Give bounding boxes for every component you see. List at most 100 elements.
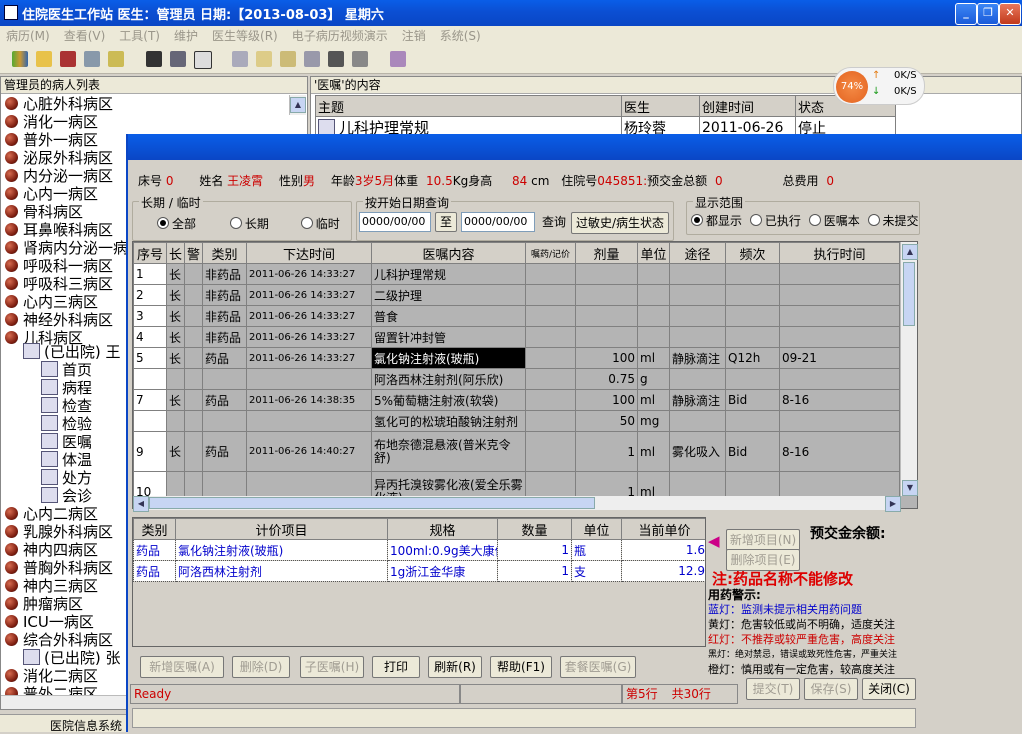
allergy-button[interactable]: 过敏史/病生状态 (571, 212, 669, 234)
table-icon[interactable] (146, 51, 162, 67)
orders-vscroll[interactable]: ▲ ▼ (900, 242, 918, 496)
ward-item[interactable]: 肾病内分泌一病区 (5, 239, 143, 257)
order-col-header[interactable]: 类别 (202, 242, 247, 264)
order-row[interactable]: 1 长非药品 2011-06-26 14:33:27 儿科护理常规 (133, 263, 917, 285)
ward-item[interactable]: 消化一病区 (5, 113, 98, 131)
radio-temp[interactable]: 临时 (300, 217, 340, 231)
order-col-header[interactable]: 剂量 (575, 242, 638, 264)
record-node[interactable]: 会诊 (41, 487, 92, 505)
exit-icon[interactable] (390, 51, 406, 67)
fee-col-header[interactable]: 数量 (497, 518, 572, 540)
radio-all[interactable]: 全部 (157, 217, 196, 231)
scroll-up-arrow[interactable]: ▲ (902, 244, 918, 260)
scroll-right-arrow[interactable]: ▶ (885, 496, 901, 512)
fee-col-header[interactable]: 规格 (387, 518, 498, 540)
menu-item-record[interactable]: 病历(M) (6, 26, 50, 46)
ward-item[interactable]: 神经外科病区 (5, 311, 113, 329)
radio-show-all[interactable]: 都显示 (691, 214, 742, 228)
col-doctor[interactable]: 医生 (621, 95, 700, 117)
ward-item[interactable]: 普胸外科病区 (5, 559, 113, 577)
ward-item[interactable]: 心脏外科病区 (5, 95, 113, 113)
col-created[interactable]: 创建时间 (699, 95, 796, 117)
new-order-button[interactable]: 新增医嘱(A) (140, 656, 224, 678)
record-node[interactable]: 处方 (41, 469, 92, 487)
printer-icon[interactable] (352, 51, 368, 67)
document-icon[interactable] (84, 51, 100, 67)
restore-button[interactable]: ❐ (977, 3, 999, 25)
order-col-header[interactable]: 执行时间 (779, 242, 900, 264)
radio-executed[interactable]: 已执行 (749, 214, 801, 228)
paste-icon[interactable] (280, 51, 296, 67)
ward-item[interactable]: 神内四病区 (5, 541, 98, 559)
ward-item[interactable]: 消化二病区 (5, 667, 98, 685)
order-row[interactable]: 氢化可的松琥珀酸钠注射剂 50 mg (133, 410, 917, 432)
fee-col-header[interactable]: 计价项目 (175, 518, 388, 540)
fee-col-header[interactable]: 当前单价 (621, 518, 705, 540)
ward-item[interactable]: 泌尿外科病区 (5, 149, 113, 167)
order-col-header[interactable]: 长 (166, 242, 185, 264)
ward-item[interactable]: 乳腺外科病区 (5, 523, 113, 541)
form-icon[interactable] (170, 51, 186, 67)
ward-item[interactable]: 心内三病区 (5, 293, 98, 311)
save-button[interactable]: 保存(S) (804, 678, 858, 700)
print-button[interactable]: 打印 (372, 656, 420, 678)
fee-col-header[interactable]: 类别 (133, 518, 176, 540)
submit-button[interactable]: 提交(T) (746, 678, 800, 700)
list-icon[interactable] (328, 51, 344, 67)
fee-col-header[interactable]: 单位 (571, 518, 622, 540)
close-window-button[interactable]: ✕ (999, 3, 1021, 25)
radio-long[interactable]: 长期 (229, 217, 269, 231)
order-col-header[interactable]: 序号 (133, 242, 167, 264)
record-node[interactable]: 检查 (41, 397, 92, 415)
record-node[interactable]: 病程 (41, 379, 92, 397)
add-item-button[interactable]: 新增项目(N) (726, 529, 800, 551)
menu-item-system[interactable]: 系统(S) (440, 26, 481, 46)
order-col-header[interactable]: 频次 (725, 242, 780, 264)
order-col-header[interactable]: 途径 (669, 242, 726, 264)
order-col-header[interactable]: 单位 (637, 242, 670, 264)
scroll-down-arrow[interactable]: ▼ (902, 480, 918, 496)
delete-button[interactable]: 删除(D) (232, 656, 290, 678)
col-subject[interactable]: 主题 (315, 95, 622, 117)
ward-item[interactable]: 肿瘤病区 (5, 595, 83, 613)
ward-item[interactable]: ICU一病区 (5, 613, 94, 631)
menu-item-tools[interactable]: 工具(T) (119, 26, 160, 46)
ward-item[interactable]: 心内一病区 (5, 185, 98, 203)
order-row[interactable]: 4 长非药品 2011-06-26 14:33:27 留置针冲封管 (133, 326, 917, 348)
menu-item-maintain[interactable]: 维护 (174, 26, 198, 46)
ward-item[interactable]: 神内三病区 (5, 577, 98, 595)
hscroll-thumb[interactable] (149, 497, 595, 509)
end-date-input[interactable]: 0000/00/00 (461, 212, 535, 232)
fee-row[interactable]: 药品 阿洛西林注射剂 1g浙江金华康 1 支 12.9 (133, 560, 705, 582)
start-date-input[interactable]: 0000/00/00 (359, 212, 431, 232)
order-col-header[interactable]: 嘱药/记价 (525, 242, 576, 264)
menu-item-view[interactable]: 查看(V) (64, 26, 106, 46)
child-order-button[interactable]: 子医嘱(H) (300, 656, 364, 678)
link-icon[interactable] (304, 51, 320, 67)
order-col-header[interactable]: 警 (184, 242, 203, 264)
ward-item[interactable]: 呼吸科三病区 (5, 275, 113, 293)
radio-order-book[interactable]: 医嘱本 (808, 214, 860, 228)
arrow-tool-icon[interactable] (232, 51, 248, 67)
orders-hscroll[interactable]: ◀ ▶ (133, 496, 901, 512)
radio-unsubmitted[interactable]: 未提交 (867, 214, 919, 228)
key-icon[interactable] (108, 51, 124, 67)
order-row[interactable]: 7 长药品 2011-06-26 14:38:35 5%葡萄糖注射液(软袋) 100 ml… (133, 389, 917, 411)
query-button[interactable]: 查询 (539, 212, 569, 234)
package-order-button[interactable]: 套餐医嘱(G) (560, 656, 636, 678)
menu-item-doctor-level[interactable]: 医生等级(R) (212, 26, 278, 46)
close-box-icon[interactable] (194, 51, 212, 69)
record-node[interactable]: 检验 (41, 415, 92, 433)
ward-item[interactable]: 呼吸科一病区 (5, 257, 113, 275)
close-button[interactable]: 关闭(C) (862, 678, 916, 700)
scroll-left-arrow[interactable]: ◀ (133, 496, 149, 512)
fee-row[interactable]: 药品 氯化钠注射液(玻瓶) 100ml:0.9g美大康佳 1 瓶 1.6 (133, 539, 705, 561)
grid-icon[interactable] (60, 51, 76, 67)
scroll-thumb[interactable] (903, 262, 915, 326)
discharged-patient[interactable]: (已出院) 王 (23, 343, 120, 361)
order-row[interactable]: 阿洛西林注射剂(阿乐欣) 0.75 g (133, 368, 917, 390)
copy-icon[interactable] (256, 51, 272, 67)
open-folder-icon[interactable] (36, 51, 52, 67)
record-node[interactable]: 医嘱 (41, 433, 92, 451)
help-button[interactable]: 帮助(F1) (490, 656, 552, 678)
